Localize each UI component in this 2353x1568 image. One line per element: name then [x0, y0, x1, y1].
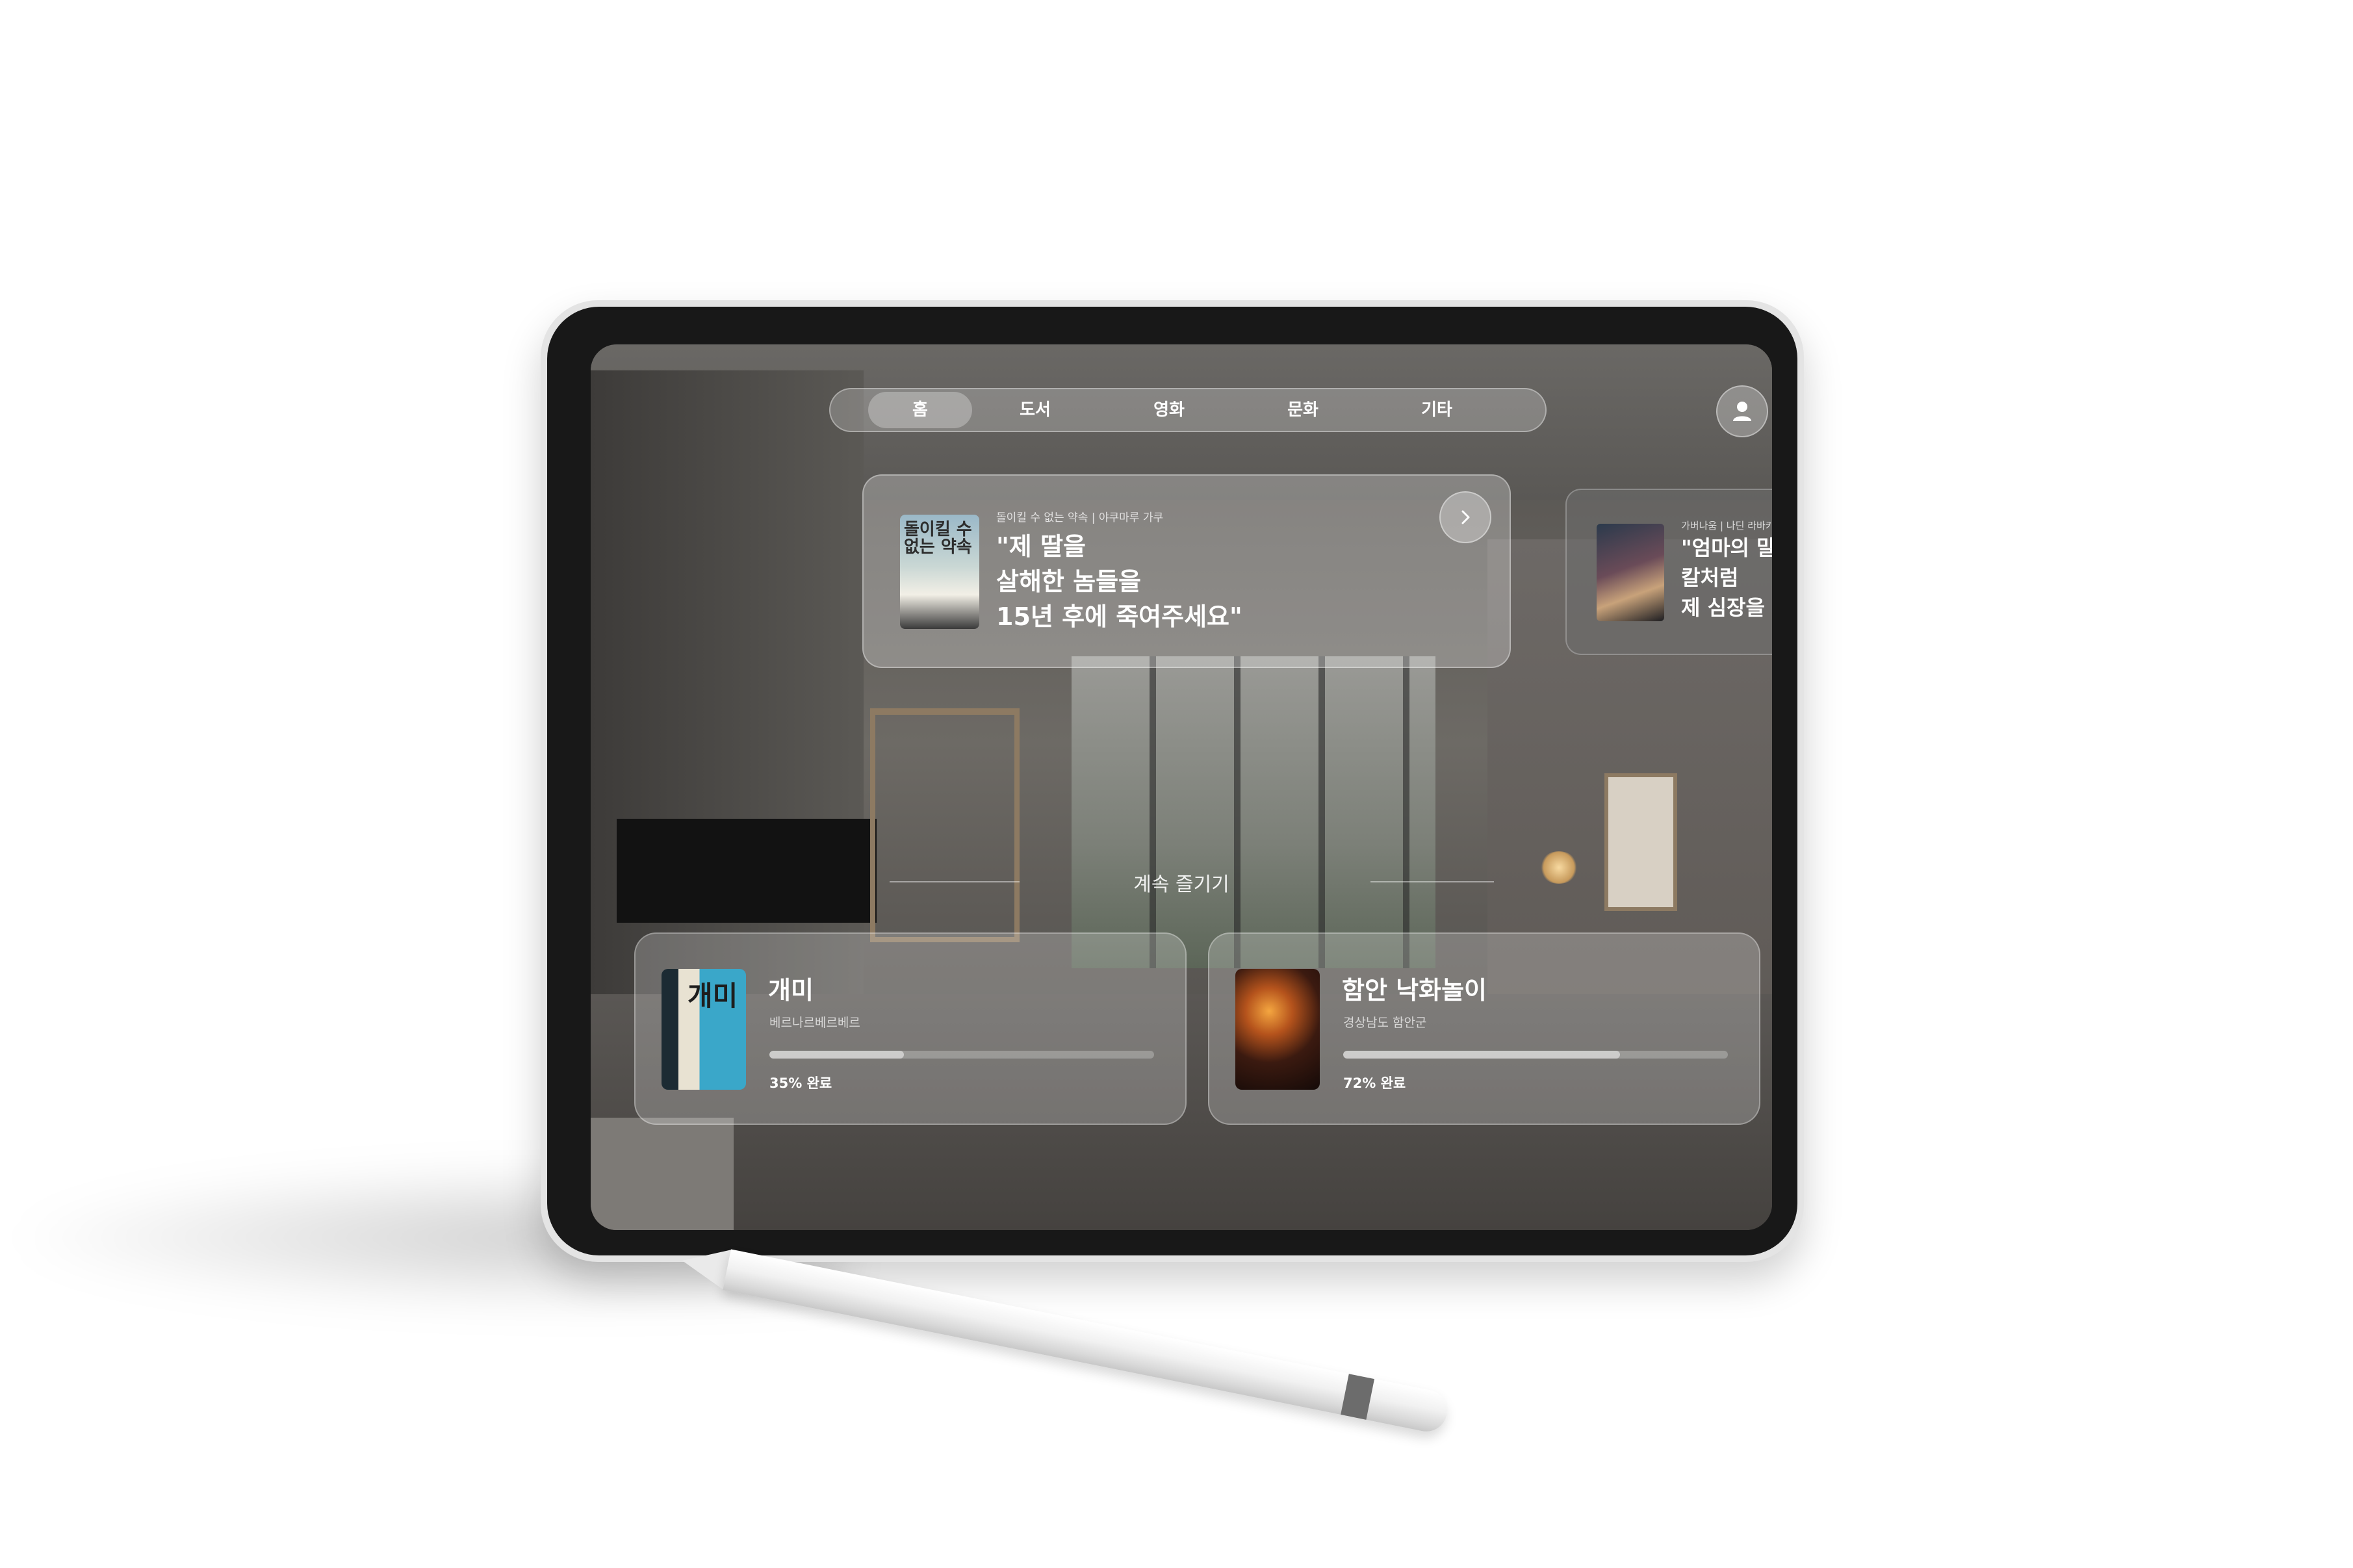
chevron-right-icon: [1461, 510, 1470, 524]
progress-fill: [1343, 1051, 1621, 1059]
book-cover: 돌이킬 수 없는 약속: [900, 515, 979, 629]
item-location: 경상남도 함안군: [1343, 1016, 1427, 1030]
quote-source: 돌이킬 수 없는 약속 | 야쿠마루 가쿠: [996, 511, 1164, 524]
quote-line: 15년 후에 죽여주세요": [996, 602, 1242, 631]
progress-label: 35% 완료: [769, 1075, 832, 1091]
section-title: 계속 즐기기: [1133, 873, 1229, 896]
tablet-bezel: 홈 도서 영화 문화 기타 돌이킬 수 없는 약속 돌이킬 수 없는 약속 | …: [547, 307, 1797, 1255]
quote-line: "제 딸을: [996, 532, 1086, 561]
stylus-pencil: [677, 1235, 1471, 1445]
event-photo: [1235, 969, 1320, 1090]
next-button[interactable]: [1439, 491, 1491, 543]
tab-culture[interactable]: 문화: [1261, 392, 1345, 428]
movie-poster: [1597, 524, 1664, 621]
book-cover-title: 개미: [688, 980, 738, 1012]
tab-etc[interactable]: 기타: [1395, 392, 1479, 428]
progress-bar: [769, 1051, 1154, 1059]
tab-books[interactable]: 도서: [993, 392, 1077, 428]
tablet-device: 홈 도서 영화 문화 기타 돌이킬 수 없는 약속 돌이킬 수 없는 약속 | …: [541, 300, 1804, 1262]
tab-home[interactable]: 홈: [868, 392, 972, 428]
progress-label: 72% 완료: [1343, 1075, 1406, 1091]
continue-card-ants[interactable]: 개미 개미 베르나르베르베르 35% 완료: [634, 932, 1187, 1125]
featured-quote-card-next[interactable]: 가버나움 | 나딘 라바키 "엄마의 말이 칼처럼 제 심장을 찔: [1565, 489, 1772, 655]
background-shelf: [870, 708, 1020, 942]
app-screen: 홈 도서 영화 문화 기타 돌이킬 수 없는 약속 돌이킬 수 없는 약속 | …: [591, 344, 1772, 1230]
item-author: 베르나르베르베르: [769, 1016, 860, 1030]
item-title: 개미: [768, 976, 814, 1005]
quote-text: "제 딸을 살해한 놈들을 15년 후에 죽여주세요": [996, 529, 1242, 634]
user-icon: [1733, 402, 1751, 421]
quote-text: "엄마의 말이 칼처럼 제 심장을 찔: [1681, 533, 1772, 623]
quote-line: 칼처럼: [1681, 565, 1739, 590]
quote-line: "엄마의 말이: [1681, 535, 1772, 560]
progress-fill: [769, 1051, 905, 1059]
tab-movies[interactable]: 영화: [1127, 392, 1211, 428]
book-cover: 개미: [662, 969, 746, 1090]
featured-quote-card[interactable]: 돌이킬 수 없는 약속 돌이킬 수 없는 약속 | 야쿠마루 가쿠 "제 딸을 …: [862, 474, 1511, 668]
book-cover-title: 돌이킬 수 없는 약속: [904, 520, 972, 558]
item-title: 함안 낙화놀이: [1342, 976, 1487, 1005]
profile-button[interactable]: [1716, 385, 1768, 437]
top-nav: 홈 도서 영화 문화 기타: [829, 388, 1547, 432]
quote-source: 가버나움 | 나딘 라바키: [1681, 520, 1772, 532]
quote-line: 제 심장을 찔: [1681, 595, 1772, 620]
quote-line: 살해한 놈들을: [996, 567, 1141, 596]
section-divider-right: [1370, 881, 1494, 882]
progress-bar: [1343, 1051, 1728, 1059]
background-cabinet: [591, 1118, 734, 1230]
continue-card-nakhwa[interactable]: 함안 낙화놀이 경상남도 함안군 72% 완료: [1208, 932, 1760, 1125]
background-window-frame: [1072, 656, 1435, 968]
